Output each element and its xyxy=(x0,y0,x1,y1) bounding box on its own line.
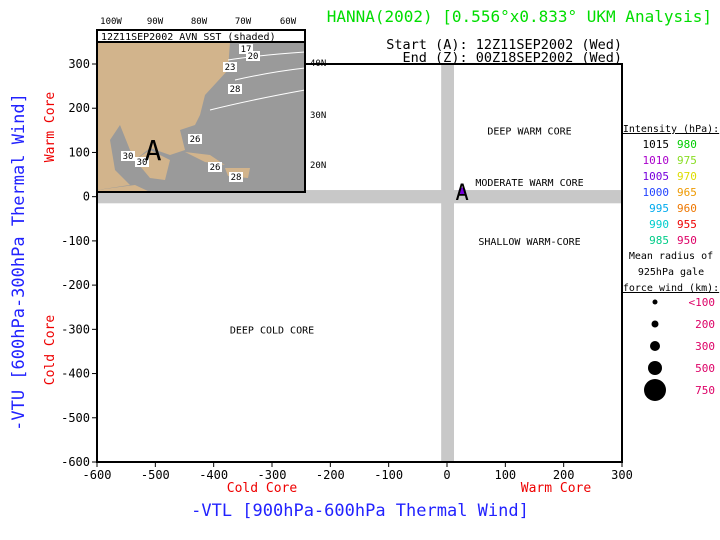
y-tick-label: 100 xyxy=(68,145,90,159)
y-tick-label: -400 xyxy=(61,367,90,381)
region-label: MODERATE WARM CORE xyxy=(475,178,583,189)
intensity-entry: 975 xyxy=(677,154,697,167)
x-tick-label: -200 xyxy=(316,468,345,482)
y-tick-label: 200 xyxy=(68,101,90,115)
intensity-legend-title: Intensity (hPa): xyxy=(623,124,719,135)
y-tick-label: 0 xyxy=(83,190,90,204)
contour-label: 28 xyxy=(231,173,242,183)
intensity-entry: 980 xyxy=(677,138,697,151)
gale-radius-dot xyxy=(648,361,662,375)
y-tick-label: -500 xyxy=(61,411,90,425)
y-tick-label: -100 xyxy=(61,234,90,248)
gale-radius-dot xyxy=(652,299,658,305)
intensity-entry: 1015 xyxy=(643,138,670,151)
gale-radius-label: 500 xyxy=(695,362,715,375)
y-tick-label: -200 xyxy=(61,278,90,292)
radius-legend-title: 925hPa gale xyxy=(638,267,704,278)
intensity-entry: 985 xyxy=(649,234,669,247)
lon-label: 80W xyxy=(191,17,208,27)
x-tick-label: -600 xyxy=(83,468,112,482)
contour-label: 30 xyxy=(123,152,134,162)
y-tick-label: -300 xyxy=(61,322,90,336)
contour-label: 20 xyxy=(248,52,259,62)
x-tick-label: -300 xyxy=(258,468,287,482)
y-axis-label: -VTU [600hPa-300hPa Thermal Wind] xyxy=(9,93,29,431)
region-label: DEEP WARM CORE xyxy=(487,126,571,137)
intensity-entry: 965 xyxy=(677,186,697,199)
intensity-entry: 970 xyxy=(677,170,697,183)
vertical-zero-band xyxy=(441,64,454,462)
intensity-entry: 1005 xyxy=(643,170,670,183)
intensity-entry: 950 xyxy=(677,234,697,247)
x-tick-label: 100 xyxy=(494,468,516,482)
inset-title: 12Z11SEP2002 AVN SST (shaded) xyxy=(101,32,276,43)
x-tick-label: 300 xyxy=(611,468,633,482)
region-label: DEEP COLD CORE xyxy=(230,325,314,336)
lat-label: 20N xyxy=(310,161,326,171)
intensity-entry: 1000 xyxy=(643,186,670,199)
x-axis-label: -VTL [900hPa-600hPa Thermal Wind] xyxy=(191,501,529,521)
x-tick-label: -500 xyxy=(141,468,170,482)
x-warm-core-label: Warm Core xyxy=(521,481,592,496)
gale-radius-label: <100 xyxy=(689,296,716,309)
gale-radius-label: 200 xyxy=(695,318,715,331)
contour-label: 23 xyxy=(225,63,236,73)
gale-radius-dot xyxy=(650,341,660,351)
lon-label: 70W xyxy=(235,17,252,27)
intensity-entry: 995 xyxy=(649,202,669,215)
gale-radius-dot xyxy=(644,379,666,401)
y-tick-label: 300 xyxy=(68,57,90,71)
start-marker: A xyxy=(456,181,469,206)
lon-label: 90W xyxy=(147,17,164,27)
chart-svg: HANNA(2002) [0.556°x0.833° UKM Analysis]… xyxy=(9,7,719,521)
x-tick-label: -400 xyxy=(199,468,228,482)
inset-start-marker: A xyxy=(145,134,162,167)
radius-legend-title: Mean radius of xyxy=(629,251,713,262)
y-tick-label: -600 xyxy=(61,455,90,469)
contour-label: 28 xyxy=(230,85,241,95)
intensity-entry: 990 xyxy=(649,218,669,231)
sst-inset-map: 172023282626283030A12Z11SEP2002 AVN SST … xyxy=(96,17,326,193)
x-tick-label: 0 xyxy=(443,468,450,482)
phase-diagram: HANNA(2002) [0.556°x0.833° UKM Analysis]… xyxy=(0,0,720,540)
x-tick-label: -100 xyxy=(374,468,403,482)
lat-label: 40N xyxy=(310,59,326,69)
region-label: SHALLOW WARM-CORE xyxy=(478,237,580,248)
lon-label: 60W xyxy=(280,17,297,27)
radius-legend-title: force wind (km): xyxy=(623,283,719,294)
y-warm-core-label: Warm Core xyxy=(43,92,58,163)
legend: Intensity (hPa): 1015 980 1010 975 1005 970 100… xyxy=(623,124,719,401)
contour-label: 26 xyxy=(190,135,201,145)
y-cold-core-label: Cold Core xyxy=(43,315,58,386)
x-tick-label: 200 xyxy=(553,468,575,482)
intensity-entry: 960 xyxy=(677,202,697,215)
gale-radius-label: 750 xyxy=(695,384,715,397)
gale-radius-label: 300 xyxy=(695,340,715,353)
lon-label: 100W xyxy=(100,17,122,27)
x-cold-core-label: Cold Core xyxy=(227,481,298,496)
intensity-entry: 1010 xyxy=(643,154,670,167)
contour-label: 26 xyxy=(210,163,221,173)
chart-title: HANNA(2002) [0.556°x0.833° UKM Analysis] xyxy=(327,7,712,26)
intensity-entry: 955 xyxy=(677,218,697,231)
gale-radius-dot xyxy=(651,320,659,328)
lat-label: 30N xyxy=(310,111,326,121)
